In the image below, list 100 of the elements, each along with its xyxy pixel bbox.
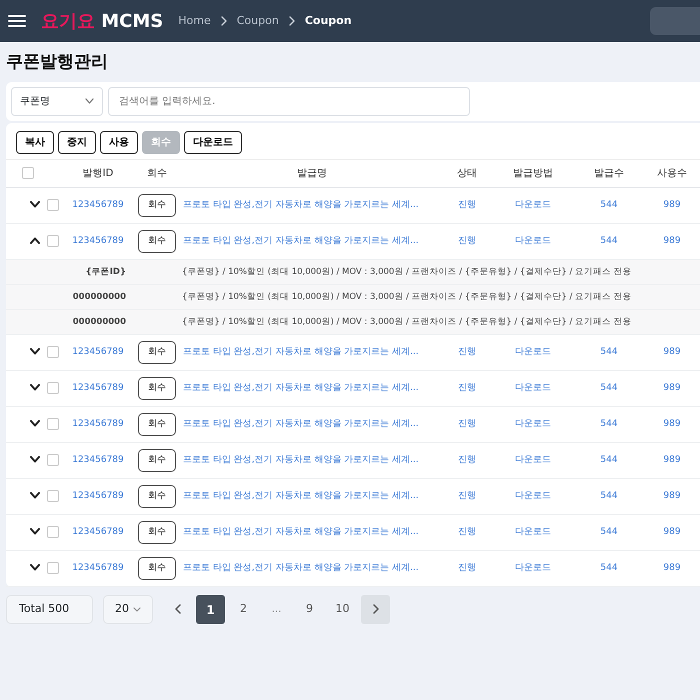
coupon-name-link[interactable]: 프로토 타입 완성,전기 자동차로 해양을 가로지르는 세계... (183, 490, 419, 501)
page-button[interactable]: 2 (229, 595, 258, 624)
issued-count-link[interactable]: 544 (600, 418, 618, 429)
method-link[interactable]: 다운로드 (515, 346, 551, 357)
issue-id-link[interactable]: 123456789 (72, 490, 124, 501)
used-count-link[interactable]: 989 (663, 346, 681, 357)
issue-id-link[interactable]: 123456789 (72, 200, 124, 210)
recall-button[interactable]: 회수 (138, 341, 176, 364)
recall-button[interactable]: 회수 (138, 377, 176, 400)
issue-id-link[interactable]: 123456789 (72, 382, 124, 393)
status-link[interactable]: 진행 (458, 382, 476, 393)
used-count-link[interactable]: 989 (663, 562, 681, 573)
chevron-down-icon[interactable] (30, 420, 40, 427)
row-checkbox[interactable] (47, 198, 59, 211)
used-count-link[interactable]: 989 (663, 526, 681, 537)
issue-id-link[interactable]: 123456789 (72, 526, 124, 537)
used-count-link[interactable]: 989 (663, 454, 681, 465)
issue-id-link[interactable]: 123456789 (72, 346, 124, 357)
coupon-name-link[interactable]: 프로토 타입 완성,전기 자동차로 해양을 가로지르는 세계... (183, 200, 419, 210)
menu-icon[interactable] (8, 14, 26, 28)
chevron-down-icon[interactable] (30, 564, 40, 571)
page-button[interactable]: 10 (328, 595, 357, 624)
recall-button[interactable]: 회수 (138, 194, 176, 217)
method-link[interactable]: 다운로드 (515, 454, 551, 465)
pagination-ellipsis: ... (270, 603, 282, 617)
chevron-down-icon[interactable] (30, 492, 40, 499)
status-link[interactable]: 진행 (458, 490, 476, 501)
category-select[interactable]: 쿠폰명 (11, 86, 103, 116)
row-checkbox[interactable] (47, 382, 59, 394)
used-count-link[interactable]: 989 (663, 200, 681, 210)
recall-button[interactable]: 회수 (138, 557, 176, 580)
status-link[interactable]: 진행 (458, 454, 476, 465)
used-count-link[interactable]: 989 (663, 236, 681, 246)
next-page-button[interactable] (361, 595, 390, 624)
status-link[interactable]: 진행 (458, 418, 476, 429)
row-checkbox[interactable] (47, 526, 59, 538)
row-checkbox[interactable] (47, 490, 59, 502)
used-count-link[interactable]: 989 (663, 418, 681, 429)
issued-count-link[interactable]: 544 (600, 200, 618, 210)
used-count-link[interactable]: 989 (663, 382, 681, 393)
issued-count-link[interactable]: 544 (600, 346, 618, 357)
method-link[interactable]: 다운로드 (515, 562, 551, 573)
issue-id-link[interactable]: 123456789 (72, 236, 124, 246)
recall-button[interactable]: 회수 (138, 485, 176, 508)
method-link[interactable]: 다운로드 (515, 490, 551, 501)
toolbar-button[interactable]: 중지 (58, 131, 96, 154)
chevron-down-icon[interactable] (30, 384, 40, 391)
coupon-name-link[interactable]: 프로토 타입 완성,전기 자동차로 해양을 가로지르는 세계... (183, 346, 419, 357)
coupon-name-link[interactable]: 프로토 타입 완성,전기 자동차로 해양을 가로지르는 세계... (183, 562, 419, 573)
coupon-detail-text: {쿠폰명} / 10%할인 (최대 10,000원) / MOV : 3,000원 / 프랜차이즈 / {주문유형} / {결제수단} / 요기패스 전용 (182, 266, 632, 277)
logo: 요기요 MCMS (41, 10, 164, 34)
recall-button[interactable]: 회수 (138, 449, 176, 472)
row-checkbox[interactable] (47, 346, 59, 358)
status-link[interactable]: 진행 (458, 562, 476, 573)
page-button[interactable]: 9 (295, 595, 324, 624)
coupon-name-link[interactable]: 프로토 타입 완성,전기 자동차로 해양을 가로지르는 세계... (183, 382, 419, 393)
issued-count-link[interactable]: 544 (600, 526, 618, 537)
chevron-down-icon[interactable] (30, 348, 40, 355)
chevron-up-icon[interactable] (30, 236, 40, 244)
issued-count-link[interactable]: 544 (600, 562, 618, 573)
issue-id-link[interactable]: 123456789 (72, 454, 124, 465)
row-checkbox[interactable] (47, 234, 59, 247)
method-link[interactable]: 다운로드 (515, 418, 551, 429)
status-link[interactable]: 진행 (458, 346, 476, 357)
status-link[interactable]: 진행 (458, 526, 476, 537)
coupon-name-link[interactable]: 프로토 타입 완성,전기 자동차로 해양을 가로지르는 세계... (183, 526, 419, 537)
recall-button[interactable]: 회수 (138, 413, 176, 436)
page-size-select[interactable]: 20 (103, 595, 153, 624)
toolbar-button[interactable]: 다운로드 (184, 131, 242, 154)
issued-count-link[interactable]: 544 (600, 382, 618, 393)
toolbar-button[interactable]: 복사 (16, 131, 54, 154)
row-checkbox[interactable] (47, 562, 59, 574)
method-link[interactable]: 다운로드 (515, 236, 551, 246)
row-checkbox[interactable] (47, 454, 59, 466)
chevron-down-icon[interactable] (30, 200, 40, 208)
status-link[interactable]: 진행 (458, 236, 476, 246)
select-all-checkbox[interactable] (22, 167, 34, 180)
issue-id-link[interactable]: 123456789 (72, 418, 124, 429)
chevron-down-icon[interactable] (30, 456, 40, 463)
search-field[interactable]: 검색어를 입력하세요. (108, 86, 470, 116)
recall-button[interactable]: 회수 (138, 521, 176, 544)
coupon-name-link[interactable]: 프로토 타입 완성,전기 자동차로 해양을 가로지르는 세계... (183, 454, 419, 465)
issued-count-link[interactable]: 544 (600, 454, 618, 465)
issue-id-link[interactable]: 123456789 (72, 562, 124, 573)
issued-count-link[interactable]: 544 (600, 490, 618, 501)
page-button[interactable]: 1 (196, 595, 225, 624)
method-link[interactable]: 다운로드 (515, 382, 551, 393)
coupon-name-link[interactable]: 프로토 타입 완성,전기 자동차로 해양을 가로지르는 세계... (183, 236, 419, 246)
used-count-link[interactable]: 989 (663, 490, 681, 501)
method-link[interactable]: 다운로드 (515, 200, 551, 210)
breadcrumb-link[interactable]: Coupon (236, 12, 279, 30)
method-link[interactable]: 다운로드 (515, 526, 551, 537)
toolbar-button[interactable]: 사용 (100, 131, 138, 154)
issued-count-link[interactable]: 544 (600, 236, 618, 246)
row-checkbox[interactable] (47, 418, 59, 430)
status-link[interactable]: 진행 (458, 200, 476, 210)
chevron-down-icon[interactable] (30, 528, 40, 535)
recall-button[interactable]: 회수 (138, 230, 176, 253)
coupon-name-link[interactable]: 프로토 타입 완성,전기 자동차로 해양을 가로지르는 세계... (183, 418, 419, 429)
breadcrumb-link[interactable]: Home (178, 12, 211, 30)
